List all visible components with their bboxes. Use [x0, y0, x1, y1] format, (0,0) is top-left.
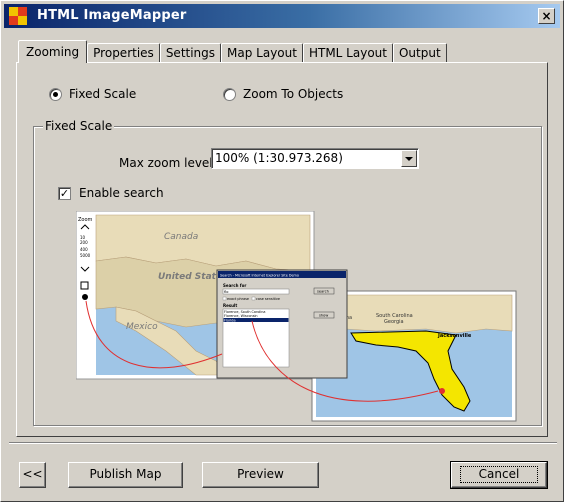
app-icon — [9, 7, 27, 25]
tab-properties[interactable]: Properties — [87, 43, 160, 63]
zoom-tick: 200 — [80, 240, 88, 245]
fixed-scale-label: Fixed Scale — [69, 87, 137, 101]
tab-zooming[interactable]: Zooming — [18, 40, 88, 63]
search-option: exact phrase — [227, 297, 249, 301]
chevron-down-icon[interactable] — [401, 150, 417, 167]
tab-map-layout[interactable]: Map Layout — [221, 43, 303, 63]
close-button[interactable]: × — [538, 8, 555, 24]
zoom-to-objects-radio[interactable]: Zoom To Objects — [223, 85, 343, 103]
map-label: Mexico — [126, 322, 158, 332]
fixed-scale-group-legend: Fixed Scale — [43, 119, 115, 133]
search-for-label: Search for — [223, 283, 246, 288]
fixed-scale-radio[interactable]: Fixed Scale — [49, 85, 136, 103]
cancel-button-label: Cancel — [459, 466, 539, 483]
max-zoom-value: 100% (1:30.973.268) — [215, 151, 343, 165]
result-label: Result — [223, 303, 237, 308]
search-button-label: search — [317, 290, 329, 294]
show-button-label: show — [319, 314, 328, 318]
map-label: Canada — [164, 232, 198, 242]
tab-html-layout[interactable]: HTML Layout — [302, 43, 393, 63]
map-label: Georgia — [384, 319, 404, 325]
tab-settings[interactable]: Settings — [159, 43, 222, 63]
preview-button[interactable]: Preview — [202, 462, 319, 488]
dialog-window: HTML ImageMapper × Zooming Properties Se… — [0, 0, 564, 502]
zoom-scale-label: Zoom — [78, 217, 93, 223]
tab-output[interactable]: Output — [392, 43, 447, 63]
window-title: HTML ImageMapper — [37, 8, 187, 23]
zoom-to-objects-label: Zoom To Objects — [243, 87, 344, 101]
max-zoom-select[interactable]: 100% (1:30.973.268) — [211, 148, 419, 169]
max-zoom-label: Max zoom level — [119, 156, 213, 170]
enable-search-checkbox[interactable]: ✓ Enable search — [58, 186, 164, 200]
zoom-tick: 5000 — [80, 253, 91, 258]
tab-strip: Zooming Properties Settings Map Layout H… — [18, 40, 447, 63]
back-button[interactable]: << — [19, 462, 46, 488]
radio-indicator[interactable] — [223, 87, 236, 101]
search-window-title: Search - Microsoft Internet Explorer Sit… — [220, 274, 299, 278]
search-option: case sensitive — [256, 297, 280, 301]
separator — [9, 442, 557, 444]
checkmark-icon[interactable]: ✓ — [58, 186, 71, 200]
title-bar[interactable]: HTML ImageMapper × — [4, 4, 560, 28]
search-illustration: Canada United States Mexico Zoom 10 200 … — [76, 211, 517, 422]
result-item-selected: Florida — [224, 318, 236, 322]
map-label: Jacksonville — [437, 333, 472, 339]
cancel-button[interactable]: Cancel — [450, 461, 548, 489]
search-window: Search - Microsoft Internet Explorer Sit… — [216, 269, 348, 379]
publish-map-button[interactable]: Publish Map — [68, 462, 183, 488]
radio-indicator[interactable] — [49, 87, 62, 101]
search-input-value: flo — [224, 290, 228, 294]
enable-search-label: Enable search — [79, 186, 164, 200]
close-icon: × — [541, 9, 552, 23]
zoom-tick: 400 — [80, 247, 88, 252]
